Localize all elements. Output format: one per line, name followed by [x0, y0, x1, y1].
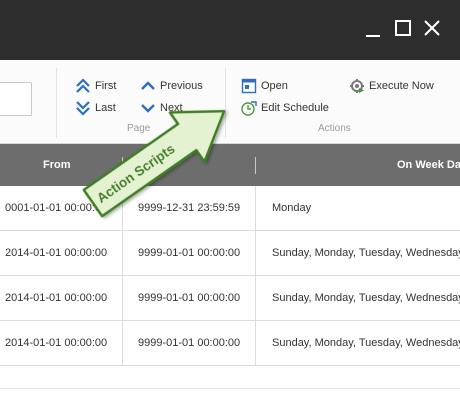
- edit-schedule-icon: [241, 101, 257, 116]
- cell-to: 9999-01-01 00:00:00: [138, 247, 241, 259]
- close-icon: [424, 20, 440, 36]
- actions-group-label: Actions: [318, 123, 351, 134]
- double-chevron-up-icon: [76, 78, 90, 93]
- table-row[interactable]: 0001-01-01 00:00:00 9999-12-31 23:59:59 …: [0, 186, 460, 231]
- cell-from: 2014-01-01 00:00:00: [5, 292, 108, 304]
- cell-weekday: Sunday, Monday, Tuesday, Wednesday: [272, 337, 460, 349]
- search-input[interactable]: [0, 82, 32, 116]
- chevron-up-icon: [141, 81, 155, 90]
- page-group-label: Page: [127, 123, 151, 134]
- cell-from: 2014-01-01 00:00:00: [5, 337, 108, 349]
- maximize-button[interactable]: [392, 17, 414, 39]
- double-chevron-down-icon: [76, 101, 90, 116]
- cell-weekday: Sunday, Monday, Tuesday, Wednesday: [272, 247, 460, 259]
- horizontal-scrollbar[interactable]: [0, 388, 460, 415]
- cell-from: 2014-01-01 00:00:00: [5, 247, 108, 259]
- cell-from: 0001-01-01 00:00:00: [5, 202, 108, 214]
- cell-to: 9999-01-01 00:00:00: [138, 337, 241, 349]
- ribbon-toolbar: First Last Previous Next Page Open Edit …: [0, 60, 460, 144]
- next-page-label: Next: [160, 102, 183, 114]
- column-divider: [122, 157, 123, 174]
- open-window-icon: [241, 78, 257, 94]
- close-button[interactable]: [421, 17, 443, 39]
- cell-weekday: Sunday, Monday, Tuesday, Wednesday: [272, 292, 460, 304]
- column-divider: [255, 157, 256, 174]
- execute-now-icon: [350, 79, 364, 93]
- table-row[interactable]: 2014-01-01 00:00:00 9999-01-01 00:00:00 …: [0, 321, 460, 366]
- window-titlebar: [0, 0, 460, 60]
- column-gridline: [122, 186, 123, 366]
- chevron-down-icon: [141, 104, 155, 113]
- table-row[interactable]: 2014-01-01 00:00:00 9999-01-01 00:00:00 …: [0, 276, 460, 321]
- table-header: From On Week Day: [0, 144, 460, 186]
- ribbon-separator: [56, 68, 57, 138]
- execute-now-label: Execute Now: [369, 80, 434, 92]
- cell-to: 9999-01-01 00:00:00: [138, 292, 241, 304]
- ribbon-separator: [225, 68, 226, 138]
- last-page-label: Last: [95, 102, 116, 114]
- open-label: Open: [261, 80, 288, 92]
- previous-page-label: Previous: [160, 80, 203, 92]
- table-row[interactable]: 2014-01-01 00:00:00 9999-01-01 00:00:00 …: [0, 231, 460, 276]
- minimize-button[interactable]: [362, 17, 384, 39]
- column-gridline: [255, 186, 256, 366]
- cell-to: 9999-12-31 23:59:59: [138, 202, 241, 214]
- edit-schedule-label: Edit Schedule: [261, 102, 329, 114]
- column-header-on-week-day[interactable]: On Week Day: [397, 144, 460, 186]
- minimize-icon: [366, 35, 380, 37]
- column-header-from[interactable]: From: [43, 144, 71, 186]
- maximize-icon: [395, 20, 411, 36]
- first-page-label: First: [95, 80, 117, 92]
- cell-weekday: Monday: [272, 202, 312, 214]
